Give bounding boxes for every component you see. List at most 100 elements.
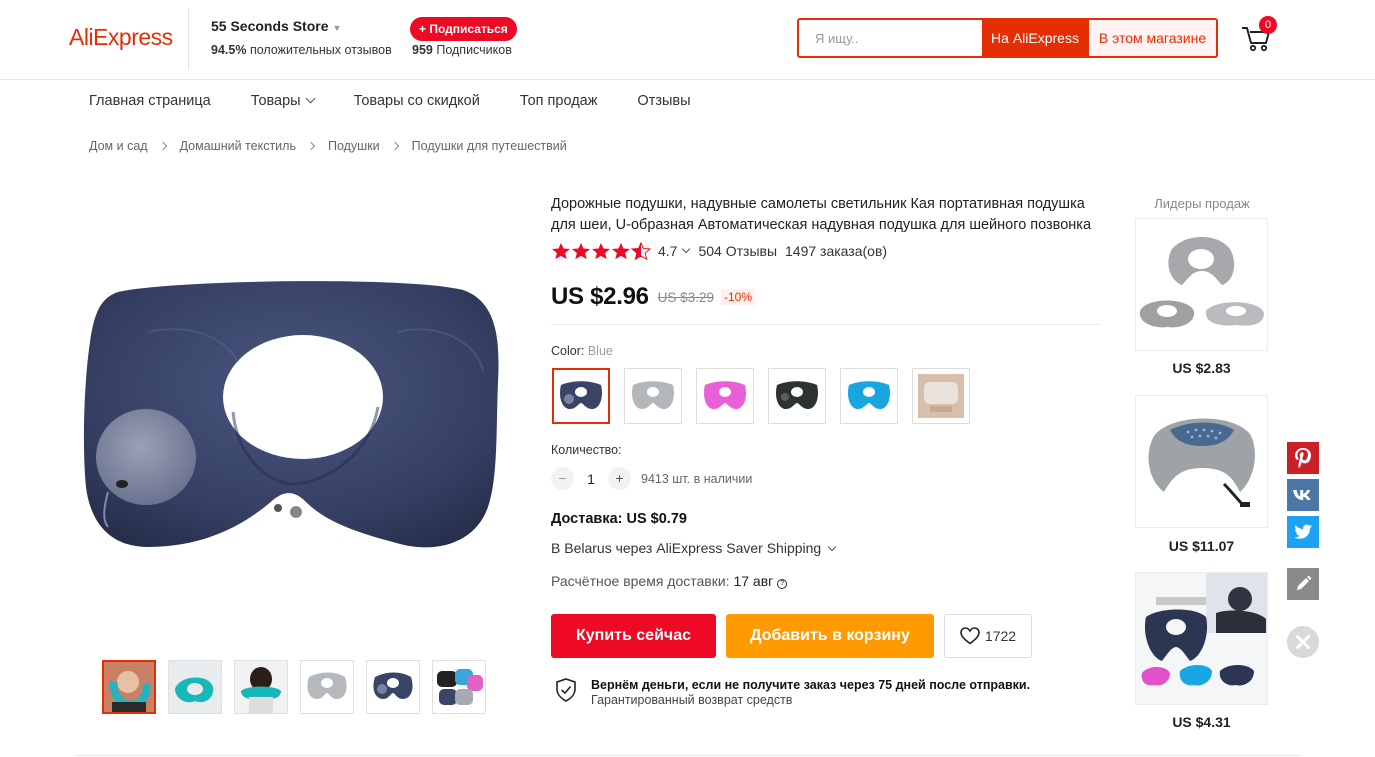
- money-back-guarantee: Вернём деньги, если не получите заказ че…: [555, 678, 1030, 707]
- old-price: US $3.29: [657, 289, 714, 305]
- add-to-cart-button[interactable]: Добавить в корзину: [726, 614, 934, 658]
- thumbnail[interactable]: [168, 660, 222, 714]
- guarantee-text: Вернём деньги, если не получите заказ че…: [591, 678, 1030, 707]
- store-name[interactable]: 55 Seconds Store ▼: [211, 18, 341, 34]
- guarantee-main: Вернём деньги, если не получите заказ че…: [591, 678, 1031, 692]
- search-input[interactable]: [799, 20, 982, 56]
- color-value: Blue: [587, 344, 613, 358]
- swatch-box[interactable]: [912, 368, 970, 424]
- bestseller-card[interactable]: [1135, 218, 1268, 351]
- star-icon: [592, 242, 610, 260]
- thumbnail[interactable]: [300, 660, 354, 714]
- delivery-label: Расчётное время доставки:: [551, 573, 730, 589]
- chevron-right-icon: [306, 141, 316, 151]
- thumbnail-navy-pillow-image: [367, 661, 419, 713]
- cart-count-badge: 0: [1259, 16, 1277, 34]
- twitter-icon[interactable]: [1287, 516, 1319, 548]
- subscribe-button[interactable]: + Подписаться: [410, 17, 517, 41]
- breadcrumb-item[interactable]: Дом и сад: [89, 139, 148, 153]
- buy-now-button[interactable]: Купить сейчас: [551, 614, 716, 658]
- store-name-text[interactable]: 55 Seconds Store: [211, 18, 329, 34]
- rating-stars[interactable]: [551, 242, 651, 260]
- heart-icon: [960, 627, 980, 645]
- edit-icon[interactable]: [1287, 568, 1319, 600]
- rating-row: 4.7 504 Отзывы 1497 заказа(ов): [551, 242, 887, 260]
- quantity-value[interactable]: 1: [574, 471, 608, 487]
- nav-item-sale[interactable]: Товары со скидкой: [354, 93, 480, 109]
- subscribers-number: 959: [412, 43, 433, 57]
- swatch-pink[interactable]: [696, 368, 754, 424]
- delivery-time: Расчётное время доставки: 17 авг?: [551, 573, 788, 590]
- product-main-image[interactable]: [78, 262, 508, 562]
- stock-available: 9413 шт. в наличии: [641, 471, 753, 486]
- reviews-count[interactable]: 504 Отзывы: [698, 243, 777, 259]
- pinterest-icon[interactable]: [1287, 442, 1319, 474]
- header: AliExpress 55 Seconds Store ▼ 94.5% полож…: [0, 0, 1375, 80]
- chevron-right-icon: [390, 141, 399, 151]
- rating-value[interactable]: 4.7: [658, 243, 677, 259]
- swatch-blue-image: [560, 381, 602, 409]
- quantity-stepper: − 1 + 9413 шт. в наличии: [551, 467, 752, 490]
- bestseller-price: US $2.83: [1172, 360, 1231, 376]
- thumbnail[interactable]: [102, 660, 156, 714]
- bestseller-inflatable-pillow-image: [1136, 573, 1267, 704]
- shipping-method[interactable]: В Belarus через AliExpress Saver Shippin…: [551, 540, 837, 556]
- bestseller-card[interactable]: [1135, 572, 1268, 705]
- thumbnail-back-head-image: [235, 661, 287, 713]
- store-rating-text: положительных отзывов: [249, 43, 392, 57]
- wishlist-button[interactable]: 1722: [944, 614, 1032, 658]
- subscribers-count: 959 Подписчиков: [412, 43, 512, 57]
- price-row: US $2.96 US $3.29 -10%: [551, 283, 755, 311]
- thumbnail-color-variants-image: [433, 661, 485, 713]
- color-swatches: [552, 368, 984, 424]
- vk-icon[interactable]: [1287, 479, 1319, 511]
- chevron-down-icon[interactable]: [682, 244, 691, 254]
- swatch-sky-blue[interactable]: [840, 368, 898, 424]
- nav-item-reviews[interactable]: Отзывы: [637, 93, 690, 109]
- shipping-method-text[interactable]: В Belarus через AliExpress Saver Shippin…: [551, 540, 821, 556]
- quantity-plus-button[interactable]: +: [608, 467, 631, 490]
- nav-item-products[interactable]: Товары: [251, 93, 316, 109]
- bestseller-memory-pillow-image: [1136, 396, 1267, 527]
- swatch-black-image: [776, 381, 818, 409]
- bestseller-price: US $11.07: [1168, 538, 1235, 554]
- thumbnail-grey-pillow-image: [301, 661, 353, 713]
- breadcrumb-item[interactable]: Подушки для путешествий: [412, 139, 567, 153]
- subscribers-text: Подписчиков: [436, 43, 512, 57]
- aliexpress-logo[interactable]: AliExpress: [69, 24, 173, 51]
- caret-down-icon[interactable]: ▼: [333, 23, 342, 33]
- bestseller-price: US $4.31: [1172, 714, 1231, 730]
- swatch-blue[interactable]: [552, 368, 610, 424]
- breadcrumb-item[interactable]: Подушки: [328, 139, 380, 153]
- swatch-black[interactable]: [768, 368, 826, 424]
- store-nav: Главная страница Товары Товары со скидко…: [89, 93, 731, 109]
- bestsellers-title: Лидеры продаж: [1154, 196, 1250, 211]
- search-store-button[interactable]: В этом магазине: [1088, 20, 1216, 56]
- breadcrumb-item[interactable]: Домашний текстиль: [180, 139, 296, 153]
- discount-badge: -10%: [720, 289, 755, 305]
- breadcrumb: Дом и сад Домашний текстиль Подушки Поду…: [89, 139, 567, 153]
- help-icon[interactable]: ?: [777, 579, 788, 589]
- bestseller-card[interactable]: [1135, 395, 1268, 528]
- current-price: US $2.96: [551, 283, 649, 310]
- wishlist-count: 1722: [984, 628, 1017, 644]
- bestseller-grey-pillow-image: [1136, 219, 1267, 350]
- swatch-grey[interactable]: [624, 368, 682, 424]
- chevron-down-icon[interactable]: [827, 542, 837, 552]
- nav-item-products-label[interactable]: Товары: [251, 93, 301, 109]
- nav-item-home[interactable]: Главная страница: [89, 93, 211, 109]
- thumbnail[interactable]: [234, 660, 288, 714]
- store-rating-pct: 94.5%: [211, 43, 247, 57]
- swatch-box-image: [918, 374, 964, 418]
- quantity-minus-button[interactable]: −: [551, 467, 574, 490]
- thumbnail-woman-pillow-image: [104, 662, 154, 712]
- search-aliexpress-button[interactable]: На AliExpress: [982, 20, 1088, 56]
- chevron-down-icon: [305, 93, 316, 104]
- close-icon[interactable]: [1287, 626, 1319, 658]
- nav-item-top[interactable]: Топ продаж: [520, 93, 598, 109]
- product-title: Дорожные подушки, надувные самолеты свет…: [551, 196, 1092, 233]
- thumbnail[interactable]: [366, 660, 420, 714]
- shipping-cost: Доставка: US $0.79: [551, 511, 687, 527]
- shield-check-icon: [556, 678, 576, 702]
- thumbnail[interactable]: [432, 660, 486, 714]
